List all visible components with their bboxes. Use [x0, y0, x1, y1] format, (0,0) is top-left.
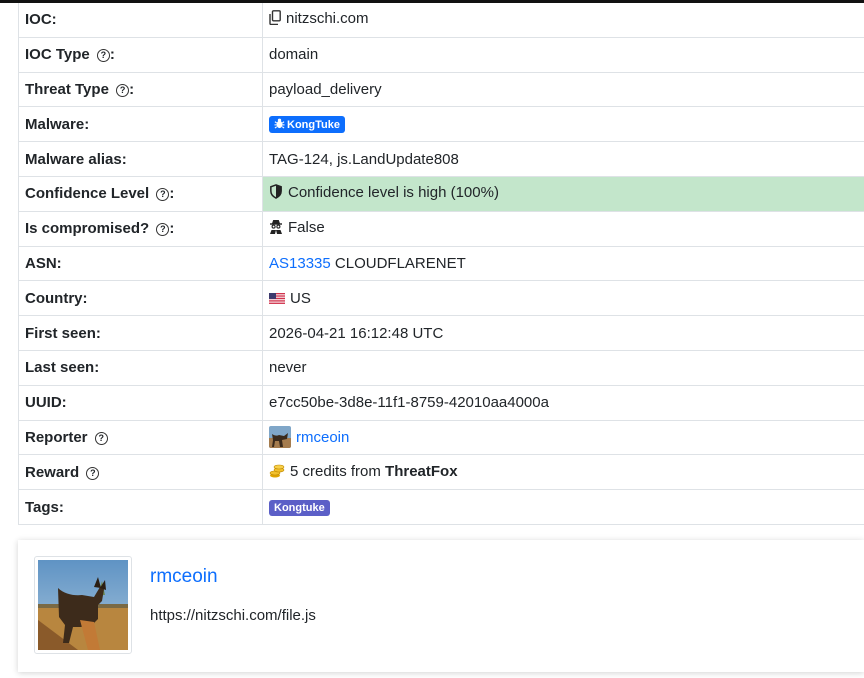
shield-icon: [269, 184, 283, 203]
table-row: First seen: 2026-04-21 16:12:48 UTC: [18, 315, 864, 351]
ioc-details-table: IOC: nitzschi.com IOC Type ?: domain Thr…: [18, 3, 864, 525]
tag-badge[interactable]: Kongtuke: [269, 499, 330, 516]
threat-type-label-text: Threat Type: [25, 80, 109, 98]
copy-icon[interactable]: [269, 10, 281, 29]
comment-author-link[interactable]: rmceoin: [150, 566, 218, 588]
threat-type-label: Threat Type ?:: [18, 71, 263, 108]
confidence-value: Confidence level is high (100%): [288, 184, 499, 202]
first-seen-value: 2026-04-21 16:12:48 UTC: [262, 315, 864, 351]
table-row: IOC Type ?: domain: [18, 36, 864, 73]
table-row: Threat Type ?: payload_delivery: [18, 71, 864, 108]
ioc-type-label: IOC Type ?:: [18, 36, 263, 73]
avatar: [269, 426, 291, 449]
compromised-label-text: Is compromised?: [25, 220, 150, 238]
ioc-label: IOC:: [18, 3, 263, 38]
ioc-type-value: domain: [262, 36, 864, 73]
compromised-label: Is compromised? ?:: [18, 210, 263, 247]
confidence-label: Confidence Level ?:: [18, 175, 263, 212]
country-value: US: [290, 289, 311, 307]
last-seen-value: never: [262, 349, 864, 386]
first-seen-label: First seen:: [18, 315, 263, 351]
avatar-photo: [38, 560, 128, 650]
compromised-value: False: [288, 219, 325, 237]
help-icon[interactable]: ?: [156, 223, 170, 237]
reward-value-cell: 5 credits from ThreatFox: [262, 454, 864, 491]
table-row: Malware: KongTuke: [18, 106, 864, 143]
label-suffix: :: [169, 185, 175, 203]
us-flag-icon: [269, 291, 285, 304]
coins-icon: [269, 463, 285, 482]
malware-badge[interactable]: KongTuke: [269, 115, 345, 133]
asn-label: ASN:: [18, 245, 263, 282]
label-suffix: :: [169, 220, 175, 238]
malware-alias-label: Malware alias:: [18, 141, 263, 177]
asn-name: CLOUDFLARENET: [334, 254, 466, 272]
table-row: Is compromised? ?: False: [18, 210, 864, 247]
table-row: Malware alias: TAG-124, js.LandUpdate808: [18, 141, 864, 177]
malware-value-cell: KongTuke: [262, 106, 864, 143]
reporter-link[interactable]: rmceoin: [296, 429, 349, 446]
table-row: UUID: e7cc50be-3d8e-11f1-8759-42010aa400…: [18, 384, 864, 421]
bug-icon: [274, 118, 285, 129]
table-row: Reporter ? rmceoin: [18, 419, 864, 456]
table-row: Tags: Kongtuke: [18, 489, 864, 525]
uuid-label: UUID:: [18, 384, 263, 421]
asn-link[interactable]: AS13335: [269, 255, 331, 272]
confidence-label-text: Confidence Level: [25, 185, 150, 203]
label-suffix: :: [129, 80, 135, 98]
help-icon[interactable]: ?: [116, 83, 130, 97]
uuid-value: e7cc50be-3d8e-11f1-8759-42010aa4000a: [262, 384, 864, 421]
threat-type-value: payload_delivery: [262, 71, 864, 108]
reward-text: 5 credits from: [290, 462, 381, 480]
reward-source: ThreatFox: [385, 462, 458, 480]
reward-label: Reward ?: [18, 454, 263, 491]
help-icon[interactable]: ?: [86, 466, 100, 480]
compromised-value-cell: False: [262, 210, 864, 247]
malware-label: Malware:: [18, 106, 263, 143]
table-row: ASN: AS13335 CLOUDFLARENET: [18, 245, 864, 282]
country-label: Country:: [18, 280, 263, 317]
tags-value-cell: Kongtuke: [262, 489, 864, 525]
reporter-label: Reporter ?: [18, 419, 263, 456]
ioc-value-cell: nitzschi.com: [262, 3, 864, 38]
help-icon[interactable]: ?: [96, 49, 110, 63]
label-suffix: :: [109, 46, 115, 64]
confidence-value-cell: Confidence level is high (100%): [262, 175, 864, 212]
table-row: Confidence Level ?: Confidence level is …: [18, 175, 864, 212]
last-seen-label: Last seen:: [18, 349, 263, 386]
avatar: [34, 556, 132, 654]
spy-icon: [269, 219, 283, 238]
help-icon[interactable]: ?: [156, 188, 170, 202]
reporter-label-text: Reporter: [25, 428, 88, 446]
country-value-cell: US: [262, 280, 864, 317]
ioc-type-label-text: IOC Type: [25, 46, 90, 64]
table-row: Reward ? 5 credits from ThreatFox: [18, 454, 864, 491]
tags-label: Tags:: [18, 489, 263, 525]
help-icon[interactable]: ?: [94, 431, 108, 445]
comment-card: rmceoin https://nitzschi.com/file.js: [18, 540, 864, 672]
reporter-value-cell: rmceoin: [262, 419, 864, 456]
malware-badge-text: KongTuke: [287, 118, 340, 131]
reward-label-text: Reward: [25, 463, 80, 481]
table-row: Last seen: never: [18, 349, 864, 386]
asn-value-cell: AS13335 CLOUDFLARENET: [262, 245, 864, 282]
table-row: IOC: nitzschi.com: [18, 3, 864, 38]
comment-text: https://nitzschi.com/file.js: [150, 607, 316, 624]
table-row: Country: US: [18, 280, 864, 317]
malware-alias-value: TAG-124, js.LandUpdate808: [262, 141, 864, 177]
ioc-value: nitzschi.com: [286, 10, 369, 28]
